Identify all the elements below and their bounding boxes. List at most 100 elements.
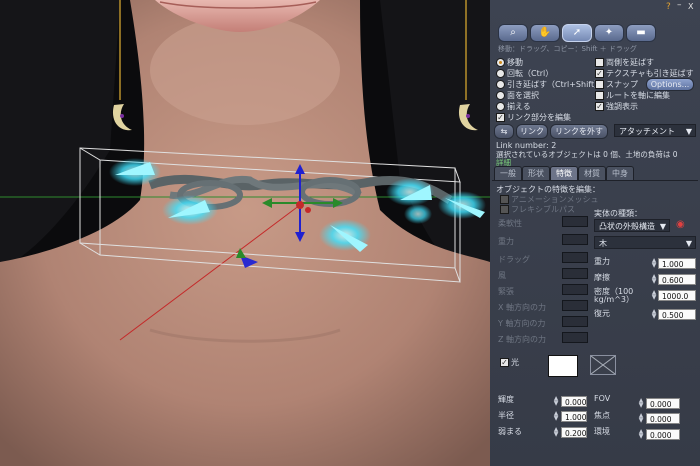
- checkbox-stretch-both-label: 両側を延ばす: [606, 58, 654, 67]
- checkbox-ruler-root[interactable]: [595, 91, 604, 100]
- radio-rotate[interactable]: [496, 69, 505, 78]
- flex-gravity-field: [562, 234, 588, 245]
- checkbox-highlight[interactable]: ✓: [595, 102, 604, 111]
- panel-help-button[interactable]: ?: [666, 2, 671, 12]
- eye-icon[interactable]: ◉: [676, 219, 685, 230]
- phys-restitution-spinner[interactable]: ▲ ▼: [650, 309, 658, 320]
- flex-softness-field: [562, 216, 588, 227]
- physics-type-dropdown[interactable]: 凸状の外殻構造 ▼: [594, 219, 670, 232]
- phys-friction-field[interactable]: 0.600: [658, 274, 696, 285]
- panel-close-button[interactable]: X: [688, 2, 693, 11]
- checkbox-light[interactable]: ✓: [500, 358, 509, 367]
- light-label: 光: [511, 358, 519, 367]
- flex-gravity-label: 重力: [498, 237, 514, 246]
- create-tool-button[interactable]: ✦: [594, 24, 624, 42]
- phys-density-spinner[interactable]: ▲ ▼: [650, 290, 658, 301]
- checkbox-edit-linked[interactable]: ✓: [496, 113, 505, 122]
- phys-density-label: 密度（100 kg/m^3）: [594, 287, 634, 304]
- flex-force-y-field: [562, 316, 588, 327]
- attachment-dropdown-value: アタッチメント: [619, 127, 675, 136]
- material-dropdown[interactable]: 木 ▼: [594, 236, 696, 249]
- flex-tension-field: [562, 284, 588, 295]
- proj-focus-label: 焦点: [594, 411, 610, 420]
- phys-friction-spinner[interactable]: ▲ ▼: [650, 274, 658, 285]
- flex-wind-label: 風: [498, 271, 506, 280]
- hand-icon: ✋: [538, 27, 552, 38]
- radio-rotate-label: 回転（Ctrl）: [507, 69, 554, 78]
- light-texture-swatch[interactable]: [590, 355, 616, 375]
- tab-texture[interactable]: 材質: [578, 166, 606, 181]
- flex-drag-field: [562, 252, 588, 263]
- checkbox-animated-mesh[interactable]: [500, 195, 509, 204]
- proj-ambiance-field[interactable]: 0.000: [646, 429, 680, 440]
- light-falloff-label: 弱まる: [498, 427, 522, 436]
- panel-minimize-button[interactable]: –: [677, 0, 682, 10]
- physics-type-label: 実体の種類：: [594, 209, 642, 218]
- scene-render: [0, 0, 490, 466]
- light-color-swatch[interactable]: [548, 355, 578, 377]
- light-intensity-spinner[interactable]: ▲ ▼: [552, 396, 560, 407]
- light-falloff-spinner[interactable]: ▲ ▼: [552, 427, 560, 438]
- light-intensity-label: 輝度: [498, 395, 514, 404]
- flexible-path-label: フレキシブルパス: [511, 205, 575, 214]
- flex-force-y-label: Y 軸方向の力: [498, 319, 546, 328]
- flex-force-z-label: Z 軸方向の力: [498, 335, 547, 344]
- move-tool-button[interactable]: ✋: [530, 24, 560, 42]
- tab-content[interactable]: 中身: [606, 166, 634, 181]
- tool-hint: 移動：ドラッグ、コピー：Shift ＋ ドラッグ: [498, 45, 637, 53]
- link-button[interactable]: リンク: [516, 124, 548, 139]
- proj-focus-spinner[interactable]: ▲ ▼: [637, 413, 645, 424]
- no-texture-icon: [590, 355, 616, 375]
- attachment-dropdown[interactable]: アタッチメント ▼: [614, 124, 696, 137]
- proj-fov-spinner[interactable]: ▲ ▼: [637, 398, 645, 409]
- proj-fov-field[interactable]: 0.000: [646, 398, 680, 409]
- land-tool-button[interactable]: ▬: [626, 24, 656, 42]
- checkbox-snap-label: スナップ: [606, 80, 638, 89]
- focus-tool-button[interactable]: ⌕: [498, 24, 528, 42]
- phys-restitution-label: 復元: [594, 309, 610, 318]
- light-radius-label: 半径: [498, 411, 514, 420]
- material-value: 木: [599, 239, 607, 248]
- radio-stretch[interactable]: [496, 80, 505, 89]
- radio-move[interactable]: [496, 58, 505, 67]
- arrows-icon: ⇆: [500, 127, 508, 136]
- tab-general[interactable]: 一般: [494, 166, 522, 181]
- checkbox-highlight-label: 強調表示: [606, 102, 638, 111]
- phys-restitution-field[interactable]: 0.500: [658, 309, 696, 320]
- checkbox-ruler-root-label: ルートを軸に編集: [606, 91, 670, 100]
- unlink-button[interactable]: リンクを外す: [550, 124, 608, 139]
- tab-features[interactable]: 特徴: [550, 166, 578, 181]
- build-edit-panel: ? – X ⌕ ✋ ➚ ✦ ▬ 移動：ドラッグ、コピー：Shift ＋ ドラッグ…: [490, 0, 700, 466]
- proj-focus-field[interactable]: 0.000: [646, 413, 680, 424]
- light-radius-spinner[interactable]: ▲ ▼: [552, 411, 560, 422]
- selection-info: 選択されているオブジェクトは 0 個、土地の負荷は 0: [496, 150, 678, 159]
- checkbox-edit-linked-label: リンク部分を編集: [507, 113, 571, 122]
- proj-fov-label: FOV: [594, 394, 611, 403]
- bulldozer-icon: ▬: [636, 27, 646, 38]
- chevron-down-icon: ▼: [685, 239, 692, 248]
- chevron-down-icon: ▼: [685, 127, 692, 136]
- checkbox-stretch-both[interactable]: [595, 58, 604, 67]
- flex-force-x-field: [562, 300, 588, 311]
- phys-gravity-field[interactable]: 1.000: [658, 258, 696, 269]
- radio-select-face-label: 面を選択: [507, 91, 539, 100]
- edit-tool-button[interactable]: ➚: [562, 24, 592, 42]
- flex-force-x-label: X 軸方向の力: [498, 303, 547, 312]
- physics-type-value: 凸状の外殻構造: [599, 222, 655, 231]
- flex-tension-label: 緊張: [498, 287, 514, 296]
- light-radius-field[interactable]: 1.000: [561, 411, 587, 422]
- radio-select-face[interactable]: [496, 91, 505, 100]
- checkbox-stretch-textures[interactable]: ✓: [595, 69, 604, 78]
- tab-object[interactable]: 形状: [522, 166, 550, 181]
- phys-density-field[interactable]: 1000.0: [658, 290, 696, 301]
- light-intensity-field[interactable]: 0.000: [561, 396, 587, 407]
- phys-friction-label: 摩擦: [594, 273, 610, 282]
- checkbox-flexible-path[interactable]: [500, 205, 509, 214]
- radio-align[interactable]: [496, 102, 505, 111]
- link-arrows-button[interactable]: ⇆: [494, 124, 514, 139]
- checkbox-snap[interactable]: [595, 80, 604, 89]
- phys-gravity-spinner[interactable]: ▲ ▼: [650, 258, 658, 269]
- 3d-viewport[interactable]: [0, 0, 490, 466]
- light-falloff-field[interactable]: 0.200: [561, 427, 587, 438]
- proj-ambiance-spinner[interactable]: ▲ ▼: [637, 429, 645, 440]
